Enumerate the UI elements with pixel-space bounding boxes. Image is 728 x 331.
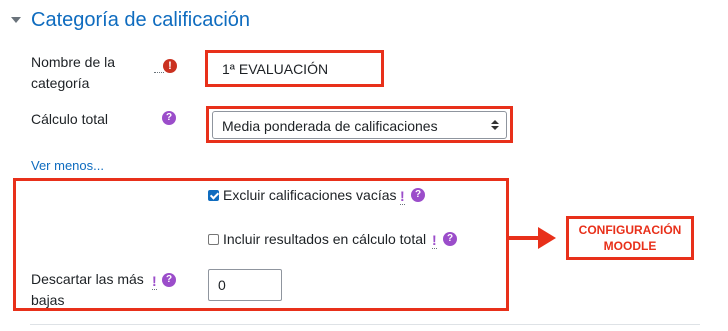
required-icon: ! xyxy=(163,59,177,73)
exclude-empty-checkbox[interactable] xyxy=(208,190,219,201)
annotation-callout: CONFIGURACIÓN MOODLE xyxy=(566,216,694,260)
category-name-highlight: 1ª EVALUACIÓN xyxy=(205,50,384,87)
help-icon[interactable]: ? xyxy=(162,273,176,287)
section-title[interactable]: Categoría de calificación xyxy=(31,9,250,32)
annotation-arrow-icon xyxy=(538,227,556,249)
help-icon[interactable]: ? xyxy=(443,232,457,246)
exclude-empty-label[interactable]: Excluir calificaciones vacías xyxy=(223,185,397,206)
aggregation-label: Cálculo total xyxy=(31,111,109,127)
aggregation-selected-value: Media ponderada de calificaciones xyxy=(222,118,438,134)
show-less-link[interactable]: Ver menos... xyxy=(31,158,104,173)
exclude-empty-alert-icon: ! xyxy=(400,188,405,205)
include-outcomes-label[interactable]: Incluir resultados en cálculo total xyxy=(223,229,426,250)
include-outcomes-checkbox[interactable] xyxy=(208,234,219,245)
drop-lowest-alert-icon: ! xyxy=(152,273,157,290)
annotation-arrow-shaft xyxy=(508,236,542,240)
required-leader xyxy=(154,72,164,73)
aggregation-select[interactable]: Media ponderada de calificaciones xyxy=(212,111,507,139)
help-icon[interactable]: ? xyxy=(411,188,425,202)
collapse-caret-icon[interactable] xyxy=(11,17,21,23)
aggregation-highlight: Media ponderada de calificaciones xyxy=(206,106,513,143)
include-outcomes-alert-icon: ! xyxy=(432,232,437,249)
drop-lowest-input[interactable]: 0 xyxy=(208,269,282,301)
category-name-input[interactable]: 1ª EVALUACIÓN xyxy=(213,55,373,83)
help-icon[interactable]: ? xyxy=(162,111,176,125)
select-arrows-icon xyxy=(491,120,499,130)
drop-lowest-label: Descartar las más bajas xyxy=(31,271,144,308)
divider xyxy=(30,324,700,325)
category-name-label: Nombre de la categoría xyxy=(31,54,116,91)
